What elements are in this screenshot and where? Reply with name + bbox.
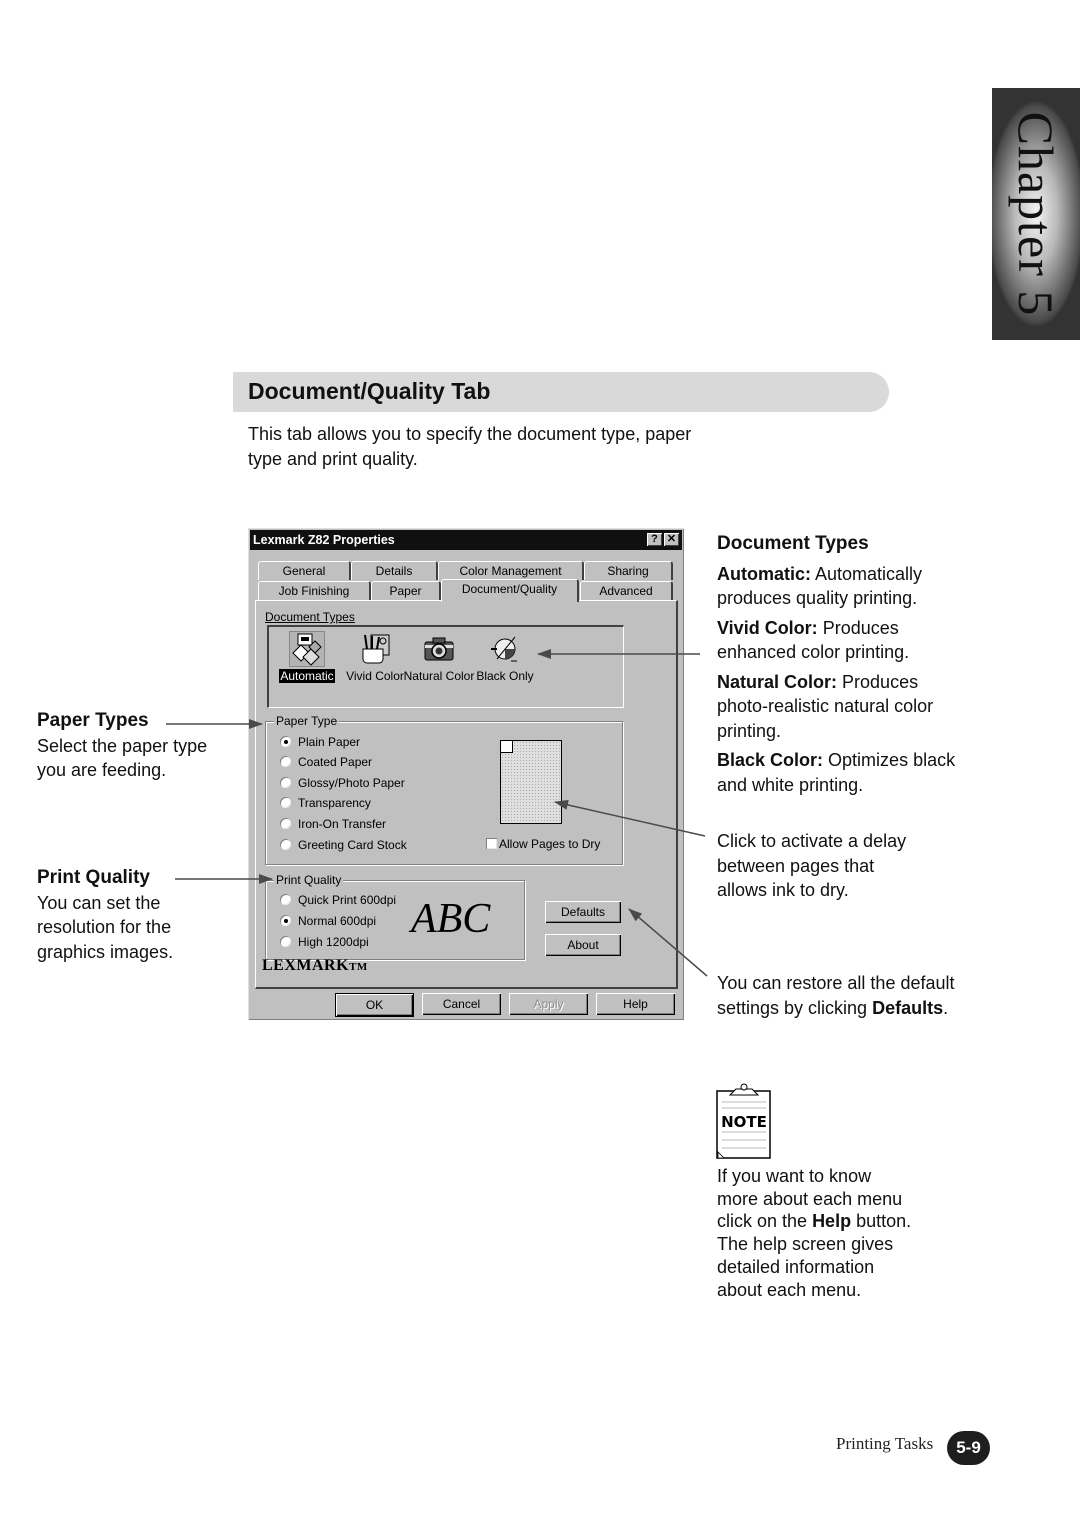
doc-type-label: Natural Color xyxy=(403,669,475,683)
tab-job-finishing[interactable]: Job Finishing xyxy=(258,581,371,600)
radio-icon[interactable] xyxy=(280,839,291,850)
doc-type-desc-black: Black Color: Optimizes black and white p… xyxy=(717,750,956,795)
paper-option-plain[interactable]: Plain Paper xyxy=(280,733,360,751)
doc-type-black-only[interactable]: Black Only xyxy=(469,627,541,683)
properties-dialog: Lexmark Z82 Properties ? ✕ General Detai… xyxy=(248,528,684,1020)
paper-option-iron-on[interactable]: Iron-On Transfer xyxy=(280,815,386,833)
tab-color-management[interactable]: Color Management xyxy=(438,561,584,580)
paper-type-label: Paper Type xyxy=(274,714,340,728)
radio-icon[interactable] xyxy=(280,894,291,905)
quality-option-normal[interactable]: Normal 600dpi xyxy=(280,912,376,930)
black-only-icon xyxy=(491,636,517,662)
tab-sharing[interactable]: Sharing xyxy=(584,561,673,580)
doc-type-label: Automatic xyxy=(279,669,335,683)
allow-pages-to-dry-checkbox[interactable]: Allow Pages to Dry xyxy=(486,837,600,851)
section-intro: This tab allows you to specify the docum… xyxy=(248,424,692,469)
note-text: If you want to know more about each menu… xyxy=(717,1166,912,1300)
tab-general[interactable]: General xyxy=(258,561,351,580)
radio-icon[interactable] xyxy=(280,756,291,767)
page-corner-icon xyxy=(501,741,513,753)
chapter-tab: Chapter 5 xyxy=(992,88,1080,340)
camera-icon xyxy=(424,637,454,661)
checkbox-icon[interactable] xyxy=(486,838,497,849)
about-button[interactable]: About xyxy=(545,934,621,956)
callout-body: You can set the resolution for the graph… xyxy=(37,892,174,962)
paper-option-glossy[interactable]: Glossy/Photo Paper xyxy=(280,774,405,792)
doc-type-label: Black Only xyxy=(476,669,534,683)
quality-preview-text: ABC xyxy=(411,896,491,942)
doc-type-desc-vivid: Vivid Color: Produces enhanced color pri… xyxy=(717,617,910,663)
defaults-button[interactable]: Defaults xyxy=(545,901,621,923)
document-types-group: Automatic Vivid Color Natural Color Blac… xyxy=(264,613,624,709)
document-types-callout: Document Types Automatic: Automatically … xyxy=(717,532,957,797)
doc-type-desc-natural: Natural Color: Produces photo-realistic … xyxy=(717,671,934,741)
callout-title: Paper Types xyxy=(37,710,149,731)
lexmark-logo: LEXMARKTM xyxy=(262,957,368,974)
help-icon[interactable]: ? xyxy=(647,533,662,546)
ok-button[interactable]: OK xyxy=(336,994,413,1016)
dialog-titlebar: Lexmark Z82 Properties ? ✕ xyxy=(250,530,682,550)
doc-type-vivid-color[interactable]: Vivid Color xyxy=(339,627,411,683)
radio-selected-icon[interactable] xyxy=(280,915,291,926)
callout-body: Select the paper type you are feeding. xyxy=(37,735,208,781)
note-clipboard-icon: NOTE xyxy=(716,1083,771,1159)
cancel-button[interactable]: Cancel xyxy=(422,993,501,1015)
paper-option-greeting-card[interactable]: Greeting Card Stock xyxy=(280,836,407,854)
paper-types-callout: Paper Types Select the paper type you ar… xyxy=(37,709,237,783)
doc-type-desc-automatic: Automatic: Automatically produces qualit… xyxy=(717,563,923,609)
radio-selected-icon[interactable] xyxy=(280,736,291,747)
close-icon[interactable]: ✕ xyxy=(664,533,679,546)
apply-button[interactable]: Apply xyxy=(509,993,588,1015)
help-button[interactable]: Help xyxy=(596,993,675,1015)
quality-option-high[interactable]: High 1200dpi xyxy=(280,933,369,951)
paper-option-coated[interactable]: Coated Paper xyxy=(280,753,372,771)
print-quality-label: Print Quality xyxy=(274,873,344,887)
vivid-color-icon xyxy=(362,634,390,664)
footer-section-name: Printing Tasks xyxy=(836,1434,934,1453)
radio-icon[interactable] xyxy=(280,936,291,947)
automatic-doc-icon xyxy=(289,631,325,667)
radio-icon[interactable] xyxy=(280,777,291,788)
dialog-title: Lexmark Z82 Properties xyxy=(253,533,395,547)
tab-details[interactable]: Details xyxy=(351,561,438,580)
tab-panel: Document Types Automatic Vivid Color Nat… xyxy=(255,600,678,989)
section-header: Document/Quality Tab xyxy=(233,372,889,412)
callout-title: Print Quality xyxy=(37,867,150,888)
tab-paper[interactable]: Paper xyxy=(371,581,441,600)
section-title: Document/Quality Tab xyxy=(248,378,491,404)
doc-type-automatic[interactable]: Automatic xyxy=(271,627,343,683)
radio-icon[interactable] xyxy=(280,797,291,808)
document-types-list: Automatic Vivid Color Natural Color Blac… xyxy=(267,625,624,708)
doc-type-label: Vivid Color xyxy=(346,669,404,683)
page-number-badge: 5-9 xyxy=(947,1431,990,1465)
paper-option-transparency[interactable]: Transparency xyxy=(280,794,371,812)
tab-document-quality[interactable]: Document/Quality xyxy=(441,579,579,602)
doc-type-natural-color[interactable]: Natural Color xyxy=(403,627,475,683)
print-quality-group: Print Quality Quick Print 600dpi Normal … xyxy=(265,873,525,960)
quality-option-quick[interactable]: Quick Print 600dpi xyxy=(280,891,396,909)
chapter-label: Chapter 5 xyxy=(1008,111,1064,317)
paper-preview xyxy=(500,740,562,824)
tab-advanced[interactable]: Advanced xyxy=(580,581,673,600)
callout-title: Document Types xyxy=(717,533,869,554)
allow-dry-callout: Click to activate a delay between pages … xyxy=(717,831,907,900)
radio-icon[interactable] xyxy=(280,818,291,829)
defaults-callout: You can restore all the default settings… xyxy=(717,973,955,1018)
paper-type-group: Paper Type Plain Paper Coated Paper Glos… xyxy=(265,714,623,865)
note-label: NOTE xyxy=(721,1113,767,1131)
print-quality-callout: Print Quality You can set the resolution… xyxy=(37,866,207,964)
